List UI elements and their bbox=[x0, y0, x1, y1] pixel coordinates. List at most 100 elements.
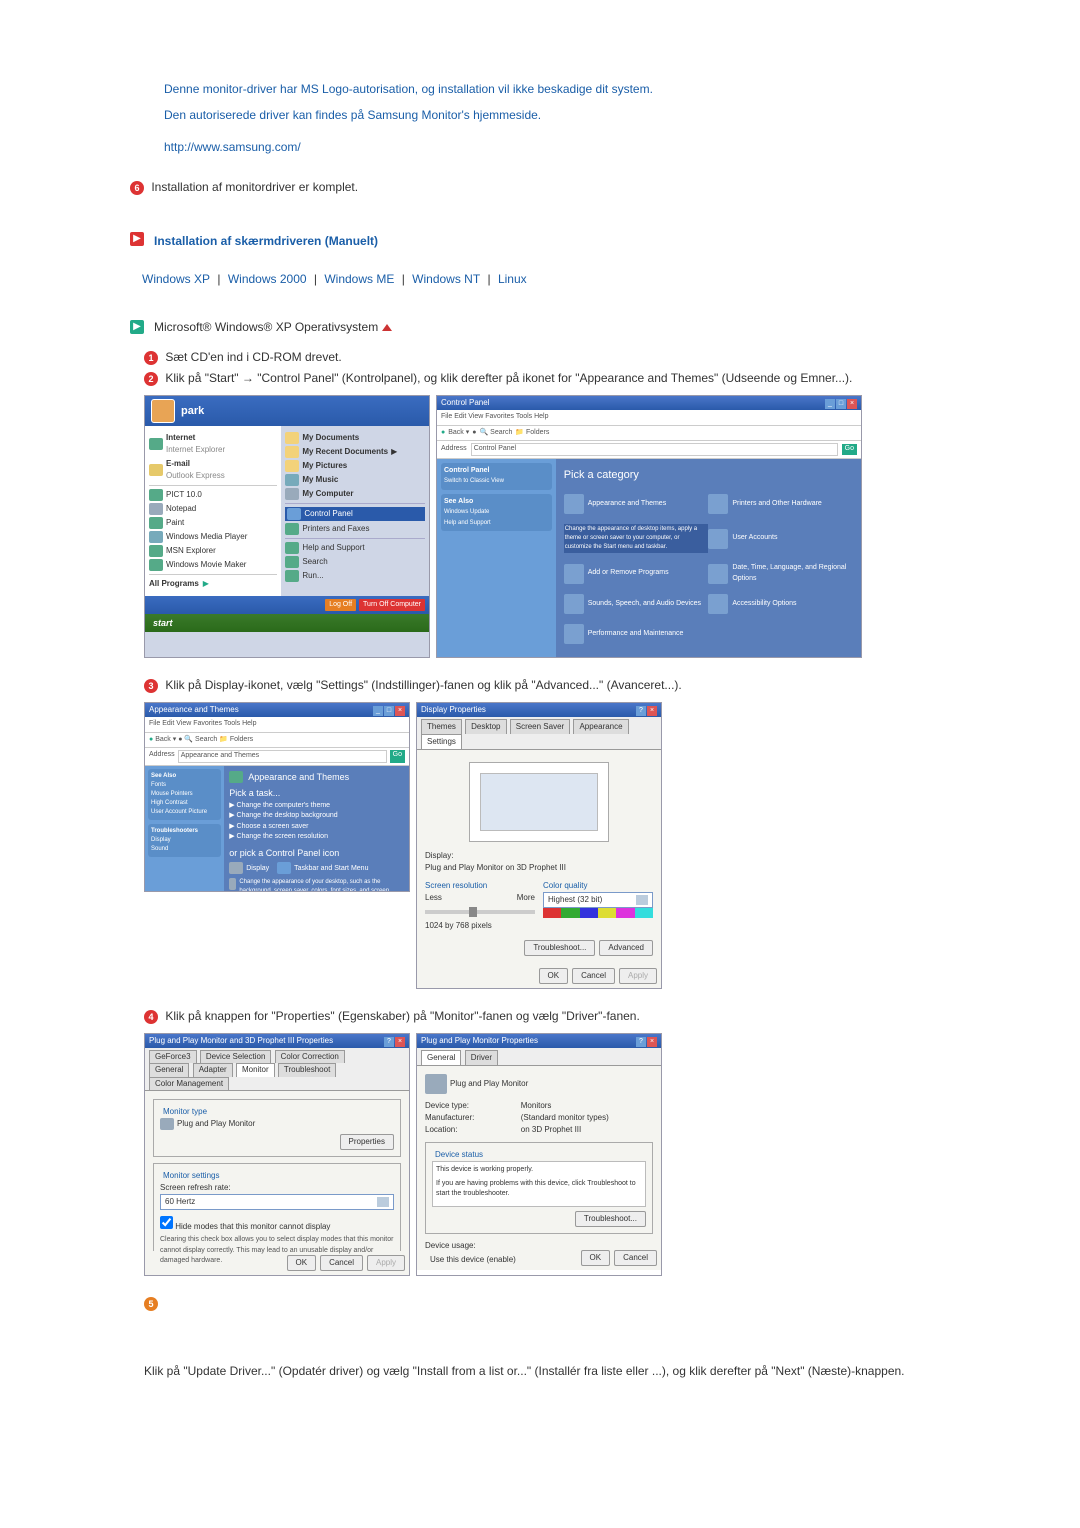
tab-monitor[interactable]: Monitor bbox=[236, 1063, 275, 1076]
link-windows-nt[interactable]: Windows NT bbox=[412, 272, 480, 286]
start-item-wmp[interactable]: Windows Media Player bbox=[149, 531, 277, 543]
start-item-recent[interactable]: My Recent Documents ▶ bbox=[285, 446, 425, 458]
menubar[interactable]: File Edit View Favorites Tools Help bbox=[437, 410, 861, 426]
start-item-paint[interactable]: Paint bbox=[149, 517, 277, 529]
apply-button[interactable]: Apply bbox=[367, 1255, 405, 1271]
cat-sounds[interactable]: Sounds, Speech, and Audio Devices bbox=[564, 594, 709, 614]
properties-button[interactable]: Properties bbox=[340, 1134, 394, 1150]
cat-appearance[interactable]: Appearance and Themes bbox=[564, 494, 709, 514]
link-windows-2000[interactable]: Windows 2000 bbox=[228, 272, 307, 286]
tab-appearance[interactable]: Appearance bbox=[573, 719, 628, 734]
side-contrast[interactable]: High Contrast bbox=[151, 800, 188, 806]
link-windows-xp[interactable]: Windows XP bbox=[142, 272, 210, 286]
go-button[interactable]: Go bbox=[842, 444, 857, 455]
go-button[interactable]: Go bbox=[390, 750, 405, 763]
switch-classic-link[interactable]: Switch to Classic View bbox=[444, 478, 504, 484]
cat-performance[interactable]: Performance and Maintenance bbox=[564, 624, 709, 644]
cancel-button[interactable]: Cancel bbox=[320, 1255, 363, 1271]
task-resolution[interactable]: ▶ Change the screen resolution bbox=[229, 832, 404, 843]
close-icon[interactable]: × bbox=[395, 706, 405, 716]
tab-desktop[interactable]: Desktop bbox=[465, 719, 506, 734]
icon-taskbar[interactable]: Taskbar and Start Menu bbox=[277, 862, 368, 874]
tab-device-selection[interactable]: Device Selection bbox=[200, 1050, 272, 1063]
turnoff-button[interactable]: Turn Off Computer bbox=[359, 599, 425, 612]
side-fonts[interactable]: Fonts bbox=[151, 782, 166, 788]
advanced-button[interactable]: Advanced bbox=[599, 940, 653, 956]
minimize-icon[interactable]: _ bbox=[373, 706, 383, 716]
troubleshoot-button[interactable]: Troubleshoot... bbox=[524, 940, 595, 956]
ok-button[interactable]: OK bbox=[539, 968, 569, 984]
cancel-button[interactable]: Cancel bbox=[572, 968, 615, 984]
ok-button[interactable]: OK bbox=[287, 1255, 317, 1271]
link-linux[interactable]: Linux bbox=[498, 272, 527, 286]
close-icon[interactable]: × bbox=[647, 706, 657, 716]
start-item-mypics[interactable]: My Pictures bbox=[285, 460, 425, 472]
menubar[interactable]: File Edit View Favorites Tools Help bbox=[145, 717, 409, 733]
start-item-mydocs[interactable]: My Documents bbox=[285, 432, 425, 444]
start-all-programs[interactable]: All Programs ▶ bbox=[149, 578, 277, 590]
close-icon[interactable]: × bbox=[395, 1037, 405, 1047]
side-mouse[interactable]: Mouse Pointers bbox=[151, 791, 193, 797]
address-field[interactable]: Appearance and Themes bbox=[178, 750, 387, 763]
cat-addremove[interactable]: Add or Remove Programs bbox=[564, 563, 709, 584]
tab-general[interactable]: General bbox=[421, 1050, 461, 1065]
address-field[interactable]: Control Panel bbox=[471, 443, 838, 456]
colorquality-select[interactable]: Highest (32 bit) bbox=[543, 892, 653, 908]
start-item-mycomp[interactable]: My Computer bbox=[285, 488, 425, 500]
task-background[interactable]: ▶ Change the desktop background bbox=[229, 811, 404, 822]
start-item-email[interactable]: E-mailOutlook Express bbox=[149, 458, 277, 482]
tab-color-management[interactable]: Color Management bbox=[149, 1077, 229, 1090]
tab-driver[interactable]: Driver bbox=[465, 1050, 498, 1065]
refresh-select[interactable]: 60 Hertz bbox=[160, 1194, 394, 1210]
tab-color-correction[interactable]: Color Correction bbox=[275, 1050, 345, 1063]
close-icon[interactable]: × bbox=[847, 399, 857, 409]
tab-settings[interactable]: Settings bbox=[421, 734, 462, 749]
start-item-printers[interactable]: Printers and Faxes bbox=[285, 523, 425, 535]
tab-adapter[interactable]: Adapter bbox=[193, 1063, 233, 1076]
help-icon[interactable]: ? bbox=[384, 1037, 394, 1047]
cat-users[interactable]: User Accounts bbox=[708, 524, 853, 553]
start-item-msn[interactable]: MSN Explorer bbox=[149, 545, 277, 557]
start-item-wmm[interactable]: Windows Movie Maker bbox=[149, 559, 277, 571]
help-support-link[interactable]: Help and Support bbox=[444, 520, 491, 526]
task-screensaver[interactable]: ▶ Choose a screen saver bbox=[229, 822, 404, 833]
minimize-icon[interactable]: _ bbox=[825, 399, 835, 409]
hide-modes-checkbox[interactable] bbox=[160, 1216, 173, 1229]
tab-troubleshoot[interactable]: Troubleshoot bbox=[278, 1063, 336, 1076]
trouble-display[interactable]: Display bbox=[151, 837, 171, 843]
start-item-controlpanel[interactable]: Control Panel bbox=[285, 507, 425, 521]
tab-geforce3[interactable]: GeForce3 bbox=[149, 1050, 197, 1063]
link-windows-me[interactable]: Windows ME bbox=[324, 272, 394, 286]
side-userpic[interactable]: User Account Picture bbox=[151, 809, 207, 815]
samsung-url[interactable]: http://www.samsung.com/ bbox=[164, 138, 950, 156]
cat-datetime[interactable]: Date, Time, Language, and Regional Optio… bbox=[708, 563, 853, 584]
cat-accessibility[interactable]: Accessibility Options bbox=[708, 594, 853, 614]
ok-button[interactable]: OK bbox=[581, 1250, 611, 1266]
close-icon[interactable]: × bbox=[647, 1037, 657, 1047]
start-item-mymusic[interactable]: My Music bbox=[285, 474, 425, 486]
task-theme[interactable]: ▶ Change the computer's theme bbox=[229, 801, 404, 812]
windows-update-link[interactable]: Windows Update bbox=[444, 509, 489, 515]
icon-display[interactable]: Display bbox=[229, 862, 269, 874]
up-arrow-icon[interactable] bbox=[382, 324, 392, 331]
tab-screensaver[interactable]: Screen Saver bbox=[510, 719, 570, 734]
start-item-help[interactable]: Help and Support bbox=[285, 542, 425, 554]
trouble-sound[interactable]: Sound bbox=[151, 846, 168, 852]
apply-button[interactable]: Apply bbox=[619, 968, 657, 984]
help-icon[interactable]: ? bbox=[636, 706, 646, 716]
start-item-pict[interactable]: PICT 10.0 bbox=[149, 489, 277, 501]
resolution-slider[interactable] bbox=[425, 910, 535, 914]
cancel-button[interactable]: Cancel bbox=[614, 1250, 657, 1266]
maximize-icon[interactable]: □ bbox=[836, 399, 846, 409]
troubleshoot-button[interactable]: Troubleshoot... bbox=[575, 1211, 646, 1227]
start-item-notepad[interactable]: Notepad bbox=[149, 503, 277, 515]
logoff-button[interactable]: Log Off bbox=[325, 599, 356, 612]
start-item-internet[interactable]: InternetInternet Explorer bbox=[149, 432, 277, 456]
tab-themes[interactable]: Themes bbox=[421, 719, 462, 734]
start-button[interactable]: start bbox=[145, 614, 429, 632]
start-item-search[interactable]: Search bbox=[285, 556, 425, 568]
cat-printers[interactable]: Printers and Other Hardware bbox=[708, 494, 853, 514]
help-icon[interactable]: ? bbox=[636, 1037, 646, 1047]
maximize-icon[interactable]: □ bbox=[384, 706, 394, 716]
start-item-run[interactable]: Run... bbox=[285, 570, 425, 582]
